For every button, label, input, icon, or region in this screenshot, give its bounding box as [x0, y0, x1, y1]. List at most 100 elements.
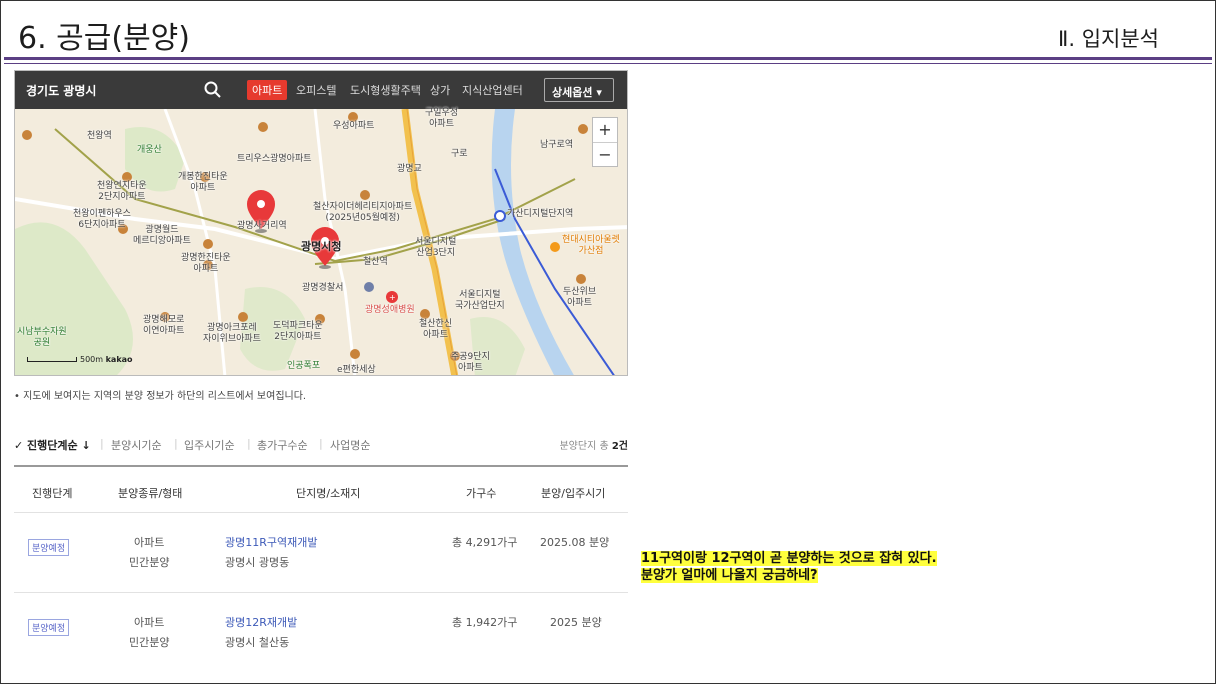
map-label: 두산위브 아파트 [563, 287, 597, 308]
category-store[interactable]: 상가 [430, 82, 450, 98]
map-note: • 지도에 보여지는 지역의 분양 정보가 하단의 리스트에서 보여집니다. [14, 391, 307, 402]
form-text: 민간분양 [129, 556, 170, 569]
map-label: 철산역 [363, 257, 388, 267]
sort-divider: | [174, 437, 178, 450]
table-header: 진행단계 분양종류/형태 단지명/소재지 가구수 분양/입주시기 [14, 465, 628, 513]
form-text: 민간분양 [129, 636, 170, 649]
map-label: 현대시티아울렛 가산점 [562, 235, 620, 256]
header-households: 가구수 [466, 487, 497, 500]
map-label: 광명한진타운 아파트 [181, 253, 231, 274]
map-label: 개웅산 [137, 145, 162, 155]
households-cell: 총 1,942가구 [452, 616, 518, 629]
header-type: 분양종류/형태 [118, 487, 183, 500]
category-knowledge-center[interactable]: 지식산업센터 [462, 82, 523, 98]
complex-link[interactable]: 광명11R구역재개발 [225, 533, 317, 553]
type-text: 아파트 [134, 616, 165, 629]
sort-name[interactable]: 사업명순 [330, 437, 370, 453]
table-row[interactable]: 분양예정 아파트 민간분양 광명12R재개발 광명시 철산동 총 1,942가구… [14, 593, 628, 673]
header-stage: 진행단계 [32, 487, 73, 500]
map-label: 시남부수자원 공원 [17, 327, 67, 348]
sort-stage[interactable]: ✓ 진행단계순 ↓ [14, 437, 91, 453]
map-label: 광명사거리역 [237, 221, 287, 231]
table-row[interactable]: 분양예정 아파트 민간분양 광명11R구역재개발 광명시 광명동 총 4,291… [14, 513, 628, 593]
period-cell: 2025 분양 [550, 616, 602, 629]
comment-callout: 11구역이랑 12구역이 곧 분양하는 것으로 잡혀 있다. 분양가 얼마에 나… [641, 550, 937, 584]
map-label: 광명해모로 이연아파트 [143, 315, 185, 336]
sort-divider: | [247, 437, 251, 450]
svg-text:+: + [389, 293, 396, 302]
map-label: 광명교 [397, 164, 422, 174]
chevron-down-icon: ▾ [596, 86, 602, 99]
section-label: Ⅱ. 입지분석 [1058, 27, 1159, 51]
map-label: 서울디지털 국가산업단지 [455, 290, 505, 311]
map-label: 도덕파크타운 2단지아파트 [273, 321, 323, 342]
map-label: 주공9단지 아파트 [451, 352, 490, 373]
map-view[interactable]: + 우성아파트 트리우스광명아파트 천왕연지타운 2단지아파트 개봉한진타운 아… [15, 108, 627, 375]
name-cell: 광명12R재개발 광명시 철산동 [225, 613, 297, 653]
complex-link[interactable]: 광명12R재개발 [225, 613, 297, 633]
slide: 6. 공급(분양) Ⅱ. 입지분석 경기도 광명시 아파트 오피스텔 도시형생활… [0, 0, 1216, 684]
total-count: 분양단지 총 2건 [559, 437, 628, 452]
comment-line-1: 11구역이랑 12구역이 곧 분양하는 것으로 잡혀 있다. [641, 551, 937, 566]
sort-bar: ✓ 진행단계순 ↓ | 분양시기순 | 입주시기순 | 총가구수순 | 사업명순… [14, 437, 628, 453]
zoom-out-button[interactable]: − [593, 143, 617, 168]
detail-options-button[interactable]: 상세옵션 ▾ [544, 78, 614, 102]
type-text: 아파트 [134, 536, 165, 549]
status-badge: 분양예정 [28, 619, 70, 636]
header-name: 단지명/소재지 [296, 487, 361, 500]
type-cell: 아파트 민간분양 [129, 533, 169, 573]
title-rule [4, 57, 1212, 60]
scale-bar [27, 357, 77, 362]
map-label: 트리우스광명아파트 [237, 154, 312, 164]
sort-sale-date[interactable]: 분양시기순 [111, 437, 162, 453]
sort-households[interactable]: 총가구수순 [257, 437, 308, 453]
search-icon[interactable] [203, 80, 223, 100]
scale-label: 500m [80, 355, 104, 364]
sort-move-in-date[interactable]: 입주시기순 [184, 437, 235, 453]
map-label: 천왕연지타운 2단지아파트 [97, 181, 147, 202]
map-label: 철산자이더헤리티지아파트 (2025년05월예정) [313, 202, 413, 223]
map-label: 광명월드 메르디앙아파트 [133, 225, 191, 246]
detail-options-label: 상세옵션 [552, 86, 593, 99]
sort-divider: | [319, 437, 323, 450]
location-text: 광명시 철산동 [225, 636, 290, 649]
category-officetel[interactable]: 오피스텔 [296, 82, 336, 98]
category-apartment[interactable]: 아파트 [247, 80, 288, 100]
location-text: 광명시 광명동 [225, 556, 290, 569]
map-label: 철산한신 아파트 [419, 319, 453, 340]
total-value: 2건 [611, 441, 628, 452]
map-label: 광명성애병원 [365, 305, 415, 315]
zoom-in-button[interactable]: + [593, 118, 617, 143]
map-scale: 500m kakao [27, 355, 133, 364]
map-label: 남구로역 [540, 140, 574, 150]
map-label: 천왕이펜하우스 6단지아파트 [73, 209, 131, 230]
map-label: 광명경찰서 [302, 283, 344, 293]
map-label: 구로 [451, 149, 468, 159]
zoom-control: + − [592, 117, 618, 167]
period-cell: 2025.08 분양 [540, 536, 610, 549]
map-label: 서울디지털 산업3단지 [415, 237, 457, 258]
name-cell: 광명11R구역재개발 광명시 광명동 [225, 533, 317, 573]
comment-line-2: 분양가 얼마에 나올지 궁금하네? [641, 568, 818, 583]
title-rule-thin [4, 63, 1212, 64]
provider-logo: kakao [105, 355, 133, 364]
sort-divider: | [100, 437, 104, 450]
header-period: 분양/입주시기 [541, 487, 606, 500]
map-label: 개봉한진타운 아파트 [178, 172, 228, 193]
category-urban-housing[interactable]: 도시형생활주택 [350, 82, 421, 98]
type-cell: 아파트 민간분양 [129, 613, 169, 653]
map-panel: 경기도 광명시 아파트 오피스텔 도시형생활주택 상가 지식산업센터 상세옵션 … [14, 70, 628, 376]
map-label: 광명아크포레 자이위브아파트 [203, 323, 261, 344]
status-badge: 분양예정 [28, 539, 70, 556]
map-label: 가산디지털단지역 [507, 209, 574, 219]
map-label: 인공폭포 [287, 361, 321, 371]
map-label: 광명시청 [301, 240, 342, 253]
map-toolbar: 경기도 광명시 아파트 오피스텔 도시형생활주택 상가 지식산업센터 상세옵션 … [15, 71, 627, 109]
region-selector[interactable]: 경기도 광명시 [26, 82, 96, 99]
map-label: 구일우성 아파트 [425, 108, 459, 129]
map-label: e편한세상 [337, 365, 376, 375]
map-label: 우성아파트 [333, 121, 375, 131]
total-prefix: 분양단지 총 [559, 441, 612, 452]
map-label: 천왕역 [87, 131, 112, 141]
households-cell: 총 4,291가구 [452, 536, 518, 549]
